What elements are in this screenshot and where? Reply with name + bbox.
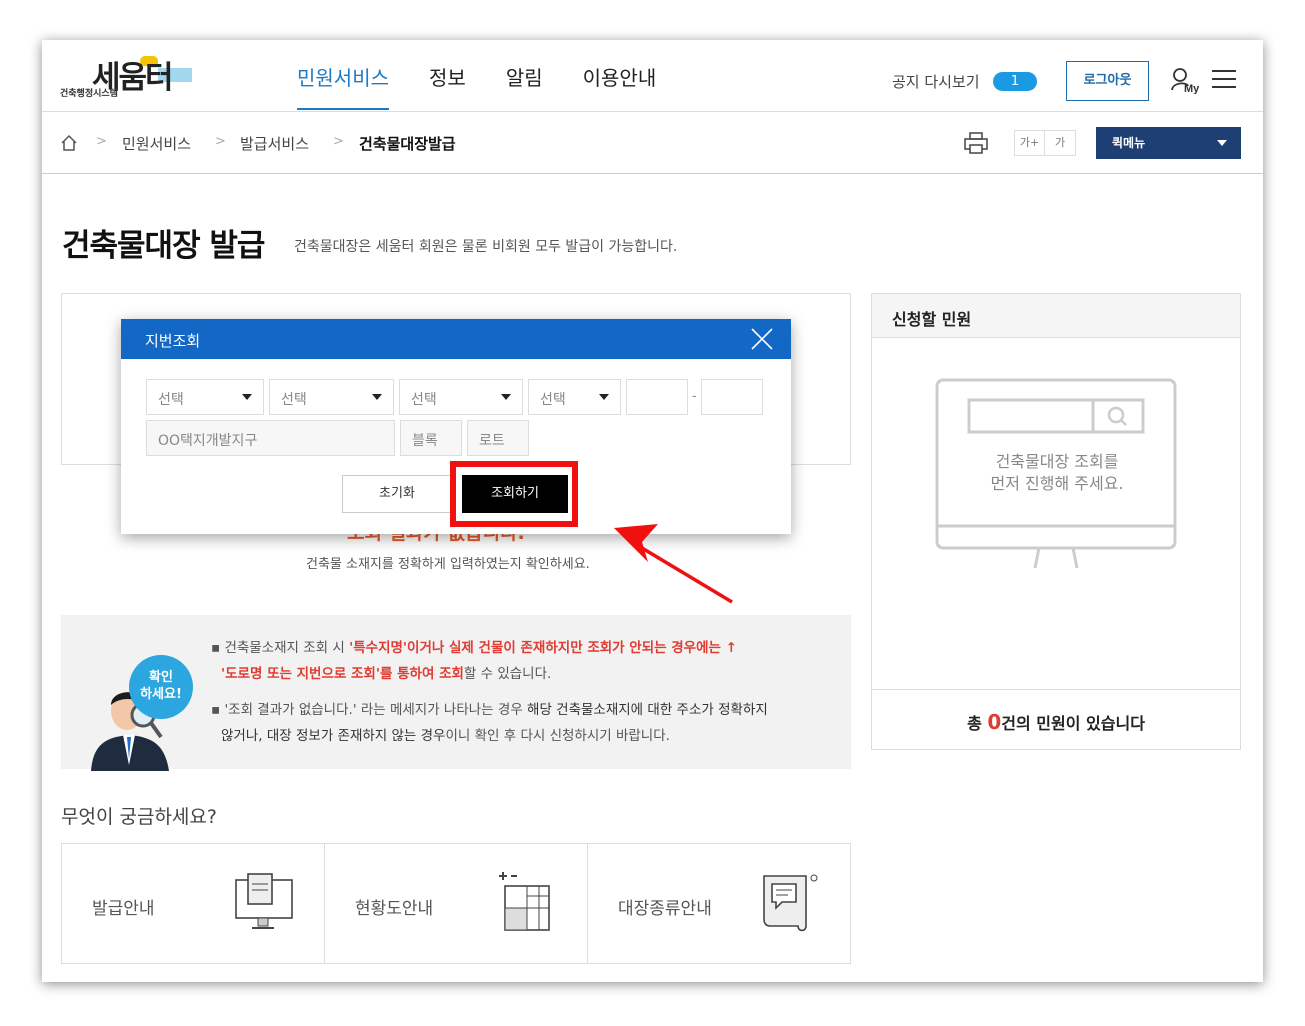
- faq-title: 무엇이 궁금하세요?: [61, 806, 217, 828]
- application-panel-message: 건축물대장 조회를 먼저 진행해 주세요.: [872, 451, 1242, 495]
- count-suffix: 건의 민원이 있습니다: [1001, 714, 1145, 733]
- nav-item-civil-service[interactable]: 민원서비스: [297, 40, 389, 110]
- hamburger-menu-icon[interactable]: [1212, 70, 1236, 90]
- info-line-2: '도로명 또는 지번으로 조회'를 통하여 조회할 수 있습니다.: [221, 661, 551, 687]
- main-nav: 민원서비스 정보 알림 이용안내: [297, 40, 696, 112]
- info-highlight[interactable]: '도로명 또는 지번으로 조회'를 통하여 조회: [221, 666, 464, 682]
- sido-select[interactable]: 선택: [146, 379, 264, 415]
- close-icon[interactable]: [751, 328, 773, 350]
- logout-button[interactable]: 로그아웃: [1066, 61, 1149, 101]
- chevron-right-icon: >: [333, 134, 344, 149]
- info-text: 할 수 있습니다.: [463, 666, 552, 682]
- monitor-document-icon: [232, 872, 294, 934]
- breadcrumb-item-civil-service[interactable]: 민원서비스: [122, 133, 191, 154]
- main-lot-input[interactable]: [626, 379, 688, 415]
- caret-down-icon: [1217, 140, 1227, 146]
- info-text: 건축물소재지 조회 시: [224, 640, 350, 656]
- faq-label: 대장종류안내: [618, 899, 712, 919]
- search-button-highlight: [450, 461, 578, 527]
- nav-item-notice[interactable]: 알림: [506, 40, 563, 110]
- no-result-hint: 건축물 소재지를 정확하게 입력하였는지 확인하세요.: [306, 557, 590, 572]
- chevron-right-icon: >: [96, 134, 107, 149]
- faq-item-ledger-type-guide[interactable]: 대장종류안내: [588, 844, 850, 963]
- caret-down-icon: [599, 394, 609, 400]
- svg-text:My: My: [1184, 83, 1200, 94]
- dialog-title: 지번조회: [145, 332, 201, 350]
- page-title: 건축물대장 발급: [62, 228, 265, 264]
- district-input[interactable]: OO택지개발지구: [146, 420, 395, 456]
- count-value: 0: [987, 710, 1002, 734]
- faq-item-issue-guide[interactable]: 발급안내: [62, 844, 325, 963]
- page-description: 건축물대장은 세움터 회원은 물론 비회원 모두 발급이 가능합니다.: [294, 239, 678, 255]
- dong-select[interactable]: 선택: [399, 379, 523, 415]
- block-input[interactable]: 블록: [400, 420, 462, 456]
- notice-reopen-link[interactable]: 공지 다시보기: [892, 71, 980, 92]
- caret-down-icon: [501, 394, 511, 400]
- select-value: 선택: [411, 392, 437, 408]
- info-box: 확인 하세요! ▪ 건축물소재지 조회 시 '특수지명'이거나 실제 건물이 존…: [61, 615, 851, 771]
- info-text: '조회 결과가 없습니다.' 라는 메세지가 나타나는 경우: [224, 702, 528, 718]
- info-highlight: '특수지명'이거나 실제 건물이 존재하지만 조회가 안되는 경우에는 ↑: [349, 640, 737, 656]
- caret-down-icon: [372, 394, 382, 400]
- application-panel-title: 신청할 민원: [872, 294, 1240, 338]
- info-emphasis: 않거나, 대장 정보가 존재하지 않는 경우: [221, 728, 446, 744]
- select-value: 선택: [158, 392, 184, 408]
- nav-item-guide[interactable]: 이용안내: [583, 40, 677, 110]
- logo-subtitle: 건축행정시스템: [60, 89, 118, 99]
- home-icon[interactable]: [60, 134, 78, 152]
- dialog-header: 지번조회: [121, 319, 791, 359]
- select-value: 선택: [540, 392, 566, 408]
- browser-page: 세움터 건축행정시스템 민원서비스 정보 알림 이용안내 공지 다시보기 1 로…: [42, 40, 1263, 982]
- site-header: 세움터 건축행정시스템 민원서비스 정보 알림 이용안내 공지 다시보기 1 로…: [42, 40, 1263, 112]
- faq-item-status-map-guide[interactable]: 현황도안내: [325, 844, 588, 963]
- font-size-control: 가+ 가: [1014, 130, 1076, 156]
- check-bubble: 확인 하세요!: [129, 655, 193, 719]
- font-decrease-button[interactable]: 가: [1045, 131, 1075, 155]
- caret-down-icon: [242, 394, 252, 400]
- print-icon[interactable]: [964, 132, 988, 154]
- breadcrumb-item-issue-service[interactable]: 발급서비스: [240, 133, 309, 154]
- info-line-3: ▪ '조회 결과가 없습니다.' 라는 메세지가 나타나는 경우 해당 건축물소…: [211, 702, 768, 718]
- site-logo[interactable]: 세움터 건축행정시스템: [60, 52, 200, 100]
- faq-label: 발급안내: [92, 899, 155, 919]
- application-panel: 신청할 민원 건축물대장 조회를 먼저 진행해 주세요. 총 0건의 민원이 있…: [871, 293, 1241, 750]
- red-arrow-annotation: [602, 520, 742, 610]
- chevron-right-icon: >: [215, 134, 226, 149]
- bubble-line-1: 확인: [149, 670, 173, 685]
- nav-item-info[interactable]: 정보: [429, 40, 486, 110]
- info-text: 이니 확인 후 다시 신청하시기 바랍니다.: [445, 728, 670, 744]
- faq-links: 발급안내 현황도안내 대장종류안내: [61, 843, 851, 964]
- info-emphasis: 해당 건축물소재지에 대한 주소가 정확하지: [527, 702, 768, 718]
- breadcrumb-item-current: 건축물대장발급: [359, 135, 456, 153]
- notice-count-badge[interactable]: 1: [993, 72, 1037, 91]
- font-increase-button[interactable]: 가+: [1015, 131, 1045, 155]
- sigungu-select[interactable]: 선택: [269, 379, 394, 415]
- bubble-line-2: 하세요!: [140, 687, 182, 702]
- application-count: 총 0건의 민원이 있습니다: [872, 689, 1240, 749]
- reset-button[interactable]: 초기화: [342, 475, 452, 513]
- my-page-icon[interactable]: My: [1170, 66, 1202, 95]
- quick-menu-dropdown[interactable]: 퀵메뉴: [1096, 127, 1241, 159]
- message-line-1: 건축물대장 조회를: [995, 452, 1119, 471]
- info-line-1: ▪ 건축물소재지 조회 시 '특수지명'이거나 실제 건물이 존재하지만 조회가…: [211, 640, 737, 656]
- lot-input[interactable]: 로트: [467, 420, 529, 456]
- floor-plan-icon: [495, 872, 557, 934]
- land-type-select[interactable]: 선택: [528, 379, 621, 415]
- lot-separator: -: [692, 389, 697, 404]
- quick-menu-label: 퀵메뉴: [1112, 136, 1146, 150]
- message-line-2: 먼저 진행해 주세요.: [990, 474, 1124, 493]
- count-prefix: 총: [967, 714, 988, 733]
- sub-lot-input[interactable]: [701, 379, 763, 415]
- scroll-speech-icon: [758, 872, 820, 934]
- breadcrumb-bar: > 민원서비스 > 발급서비스 > 건축물대장발급 가+ 가 퀵메뉴: [42, 112, 1263, 174]
- select-value: 선택: [281, 392, 307, 408]
- faq-label: 현황도안내: [355, 899, 434, 919]
- info-line-4: 않거나, 대장 정보가 존재하지 않는 경우이니 확인 후 다시 신청하시기 바…: [221, 723, 670, 749]
